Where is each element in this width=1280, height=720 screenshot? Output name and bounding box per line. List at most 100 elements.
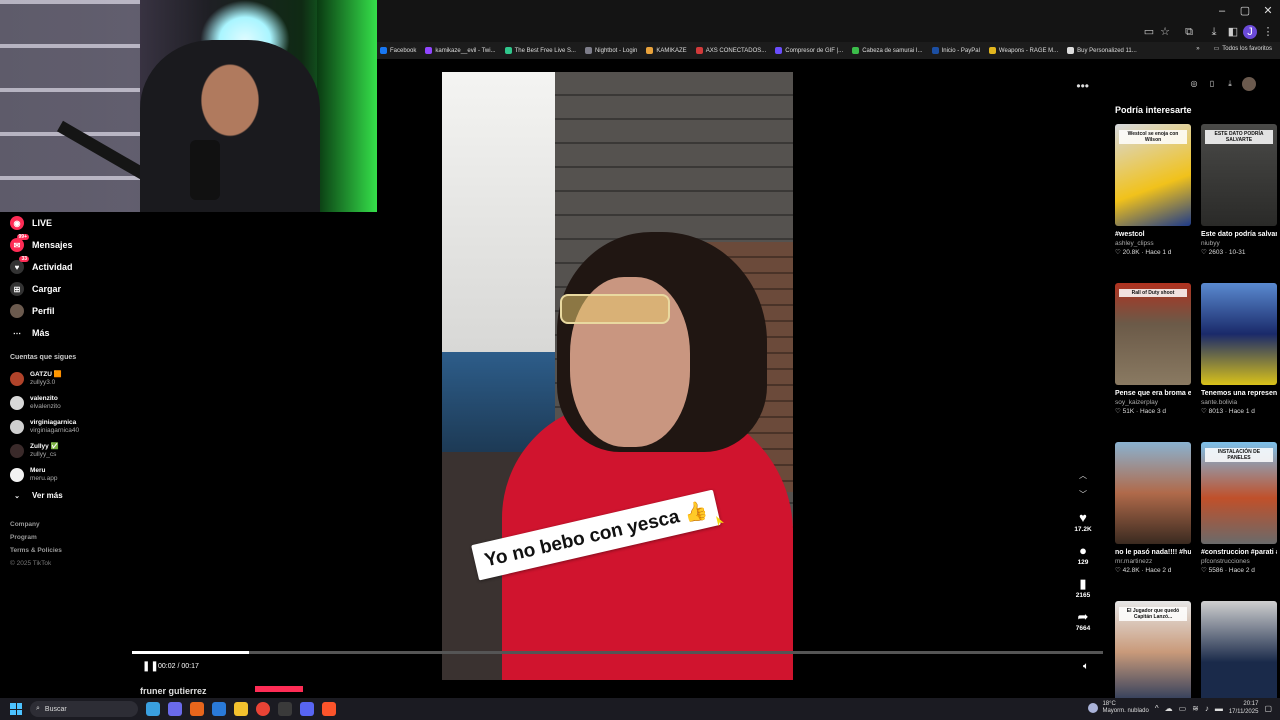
video-frame[interactable]: Yo no bebo con yesca 👍 (442, 72, 793, 680)
sidebar-item-actividad[interactable]: ♥ 33 Actividad (10, 256, 132, 278)
bookmark-item[interactable]: Weapons - RAGE M... (988, 47, 1058, 54)
see-more-button[interactable]: ⌄ Ver más (10, 491, 132, 500)
more-options-icon[interactable]: ••• (1076, 79, 1089, 93)
sidebar-item-cargar[interactable]: ⊞ Cargar (10, 278, 132, 300)
speaker-icon[interactable]: ♪ (1205, 704, 1209, 713)
account-username: zullyy3.0 (30, 379, 56, 386)
download-icon[interactable]: ⤓ (1207, 25, 1221, 39)
comment-button[interactable]: ● 129 (1068, 543, 1098, 566)
avatar[interactable] (1242, 77, 1256, 91)
weather-widget[interactable]: 18°C Mayorm. nublado (1088, 701, 1149, 715)
card-username: niubyy (1201, 240, 1220, 247)
save-button[interactable]: ▮ 2165 (1068, 576, 1098, 599)
following-account[interactable]: Zullyy ✅ zullyy_cs (10, 439, 132, 463)
following-account[interactable]: GATZU 🟧 zullyy3.0 (10, 367, 132, 391)
card-username: sante.bolivia (1201, 399, 1238, 406)
minimize-button[interactable]: – (1212, 4, 1232, 18)
following-account[interactable]: valenzito elvalenzito (10, 391, 132, 415)
wifi-icon[interactable]: ≋ (1192, 704, 1199, 713)
comment-count: 129 (1077, 559, 1089, 566)
bookmark-item[interactable]: Facebook (380, 47, 416, 54)
recommendation-card[interactable]: no le pasó nada!!!! #humorbiker... mr.mar… (1115, 442, 1191, 575)
bookmarks-right: » ▭ Todos los favoritos (1196, 45, 1272, 53)
bookmark-favicon-icon (646, 47, 654, 54)
progress-bar[interactable] (132, 651, 1103, 654)
sidebar-item-label: Actividad (32, 262, 73, 272)
taskbar-app-icon[interactable] (234, 702, 248, 716)
bookmark-item[interactable]: Cabeza de samurai I... (852, 47, 923, 54)
taskbar-search[interactable]: ⌕ Buscar (30, 701, 138, 717)
taskbar-app-icon[interactable] (300, 702, 314, 716)
like-button[interactable]: ♥ 17.2K (1068, 510, 1098, 533)
next-video-author[interactable]: fruner gutierrez (140, 686, 303, 696)
see-more-label: Ver más (32, 491, 63, 500)
notification-icon[interactable]: ▢ (1264, 704, 1272, 713)
taskbar-app-icon[interactable] (278, 702, 292, 716)
footer-program[interactable]: Program (10, 531, 132, 544)
pause-icon[interactable]: ❚❚ (142, 661, 159, 672)
bookmark-item[interactable]: Nightbot - Login (584, 47, 637, 54)
all-favorites-link[interactable]: Todos los favoritos (1222, 46, 1272, 52)
taskbar-app-icon[interactable] (190, 702, 204, 716)
windows-start-icon[interactable] (10, 703, 22, 715)
download-icon[interactable]: ⤓ (1224, 78, 1236, 90)
star-icon[interactable]: ☆ (1158, 25, 1172, 39)
bookmark-item[interactable]: AXS CONECTADOS... (695, 47, 766, 54)
recommendation-card[interactable] (1201, 601, 1277, 703)
video-person-glasses (560, 294, 670, 324)
video-thumbnail: El Jugador que quedó Capitán Lanzó... (1115, 601, 1191, 703)
sidebar-item-mensajes[interactable]: ✉ 99+ Mensajes (10, 234, 132, 256)
taskbar-app-icon[interactable] (322, 702, 336, 716)
recommendation-card[interactable]: Rall of Duty shoot Pense que era broma es… (1115, 283, 1191, 416)
bookmark-item[interactable]: Compresor de GIF |... (775, 47, 843, 54)
bookmark-item[interactable]: KAMIKAZE (646, 47, 687, 54)
maximize-button[interactable]: ▢ (1235, 4, 1255, 18)
extension-icon[interactable]: ◧ (1226, 25, 1240, 39)
extensions-icon[interactable]: ⧉ (1182, 25, 1196, 39)
recommendation-card[interactable]: Tenemos una representante de la... sante.… (1201, 283, 1277, 416)
bookmark-item[interactable]: The Best Free Live S... (504, 47, 576, 54)
video-thumbnail (1115, 442, 1191, 544)
bookmark-item[interactable]: Inicio - PayPal (931, 47, 980, 54)
bookmarks-overflow-icon[interactable]: » (1196, 46, 1199, 52)
footer-terms[interactable]: Terms & Policies (10, 544, 132, 557)
recommendation-card[interactable]: Westcol se enoja con Wilson #westcol ashle… (1115, 124, 1191, 257)
footer-company[interactable]: Company (10, 518, 132, 531)
next-video-icon[interactable]: ﹀ (1077, 489, 1089, 500)
recommendation-card[interactable]: INSTALACIÓN DE PANELES #construccion #par… (1201, 442, 1277, 575)
recommendation-card[interactable]: ESTE DATO PODRÍA SALVARTE Este dato podrí… (1201, 124, 1277, 257)
profile-avatar-icon[interactable]: J (1243, 25, 1257, 39)
upload-icon: ⊞ (10, 282, 24, 296)
chevron-up-icon[interactable]: ^ (1155, 704, 1159, 713)
bookmark-item[interactable]: Buy Personalized 11... (1067, 47, 1137, 54)
following-account[interactable]: virginiagarnica virginiagarnica40 (10, 415, 132, 439)
previous-video-icon[interactable]: ︿ (1077, 470, 1089, 481)
bookmark-favicon-icon (931, 47, 939, 54)
card-meta: ♡ 51K · Hace 3 d (1115, 408, 1166, 415)
sidebar-item-live[interactable]: ◉ LIVE (10, 212, 132, 234)
recommendation-card[interactable]: El Jugador que quedó Capitán Lanzó... (1115, 601, 1191, 703)
volume-icon[interactable]: 🔈︎ (1083, 661, 1089, 672)
compass-icon[interactable]: ◎ (1188, 78, 1200, 90)
search-icon: ⌕ (36, 705, 40, 712)
follow-button-preview[interactable] (254, 686, 303, 692)
share-button[interactable]: ➦ 7664 (1068, 609, 1098, 632)
sidebar-item-perfil[interactable]: Perfil (10, 300, 132, 322)
taskbar-app-icon[interactable] (212, 702, 226, 716)
cloud-sync-icon[interactable]: ☁ (1165, 704, 1173, 713)
clock[interactable]: 20:17 17/11/2025 (1229, 700, 1259, 716)
following-account[interactable]: Meru meru.app (10, 463, 132, 487)
card-username: ashley_clipss (1115, 240, 1154, 247)
taskbar-app-icon[interactable] (256, 702, 270, 716)
menu-icon[interactable]: ⋮ (1261, 25, 1275, 39)
cast-icon[interactable]: ▭ (1142, 25, 1156, 39)
taskbar-app-icon[interactable] (146, 702, 160, 716)
battery-icon[interactable]: ▬ (1215, 704, 1223, 713)
heart-icon: ♥ (1079, 510, 1087, 525)
close-button[interactable]: ✕ (1258, 4, 1278, 18)
bookmark-item[interactable]: kamikaze__evil - Twi... (425, 47, 496, 54)
monitor-icon[interactable]: ▭ (1179, 704, 1187, 713)
phone-icon[interactable]: ▯ (1206, 78, 1218, 90)
sidebar-item-ms[interactable]: ⋯ Más (10, 322, 132, 344)
taskbar-app-icon[interactable] (168, 702, 182, 716)
